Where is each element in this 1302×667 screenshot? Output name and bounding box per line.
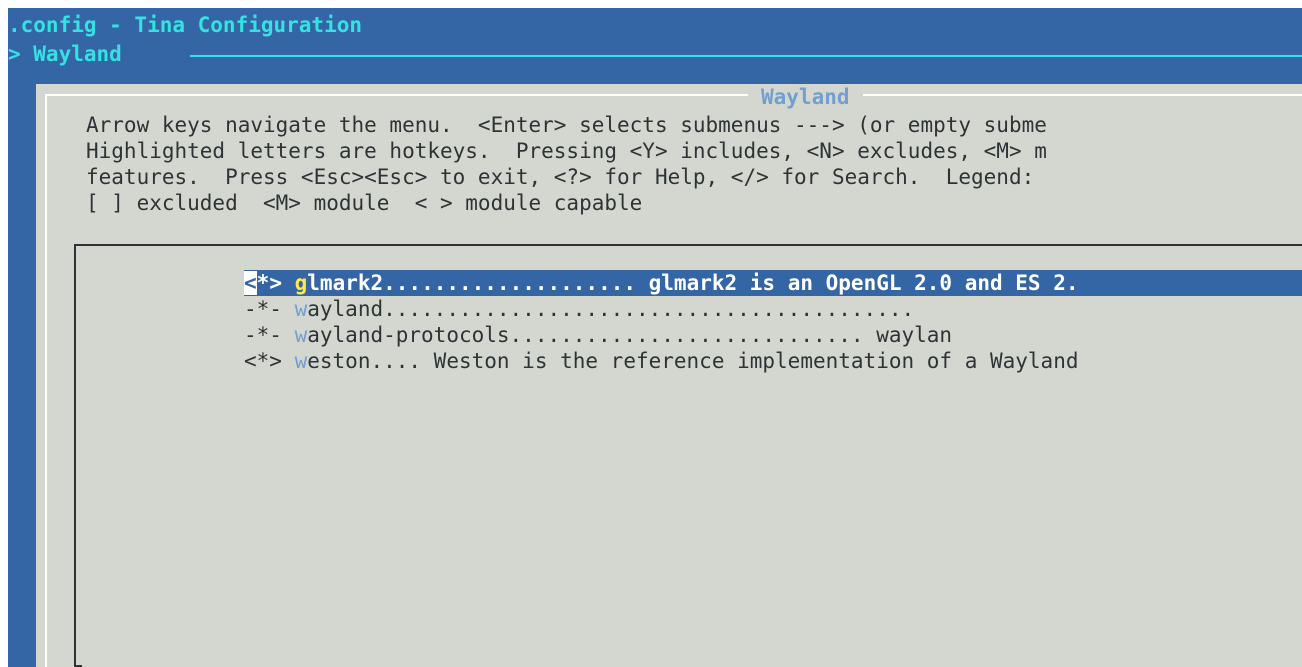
menu-item-wayland[interactable]: -*- wayland.............................… bbox=[244, 296, 914, 322]
help-line-2: Highlighted letters are hotkeys. Pressin… bbox=[86, 139, 1047, 163]
item-hotkey: w bbox=[294, 323, 308, 347]
breadcrumb: > Wayland bbox=[8, 42, 122, 66]
breadcrumb-rule bbox=[190, 55, 1302, 57]
item-label: lmark2.................... glmark2 is an… bbox=[307, 271, 1079, 295]
item-state: -*- bbox=[244, 297, 282, 321]
menu-dialog: Wayland Arrow keys navigate the menu. <E… bbox=[36, 84, 1302, 667]
help-line-3: features. Press <Esc><Esc> to exit, <?> … bbox=[86, 165, 1035, 189]
item-state-open: < bbox=[244, 271, 257, 295]
dialog-title: Wayland bbox=[748, 84, 863, 110]
terminal-window: .config - Tina Configuration > Wayland W… bbox=[8, 8, 1302, 667]
menu-item-wayland-protocols[interactable]: -*- wayland-protocols...................… bbox=[244, 322, 952, 348]
window-title: .config - Tina Configuration bbox=[8, 13, 363, 37]
menu-box-border-left bbox=[74, 244, 76, 667]
help-line-1: Arrow keys navigate the menu. <Enter> se… bbox=[86, 113, 1047, 137]
menu-item-glmark2[interactable]: <*> glmark2.................... glmark2 … bbox=[244, 270, 1302, 296]
item-label: ayland..................................… bbox=[307, 297, 915, 321]
menu-item-weston[interactable]: <*> weston.... Weston is the reference i… bbox=[244, 348, 1078, 374]
item-hotkey: g bbox=[294, 271, 308, 295]
item-state-mark: * bbox=[256, 271, 270, 295]
item-label: eston.... Weston is the reference implem… bbox=[307, 349, 1079, 373]
item-state-close: > bbox=[269, 271, 282, 295]
help-line-4: [ ] excluded <M> module < > module capab… bbox=[86, 191, 643, 215]
item-hotkey: w bbox=[294, 297, 308, 321]
item-state: <*> bbox=[244, 349, 282, 373]
item-label: ayland-protocols........................… bbox=[307, 323, 953, 347]
menu-box-border-top bbox=[74, 244, 1302, 246]
menu-list: <*> glmark2.................... glmark2 … bbox=[74, 244, 1302, 667]
item-state: -*- bbox=[244, 323, 282, 347]
dialog-border-top bbox=[45, 94, 1302, 96]
item-hotkey: w bbox=[294, 349, 308, 373]
dialog-border-left bbox=[45, 94, 47, 667]
